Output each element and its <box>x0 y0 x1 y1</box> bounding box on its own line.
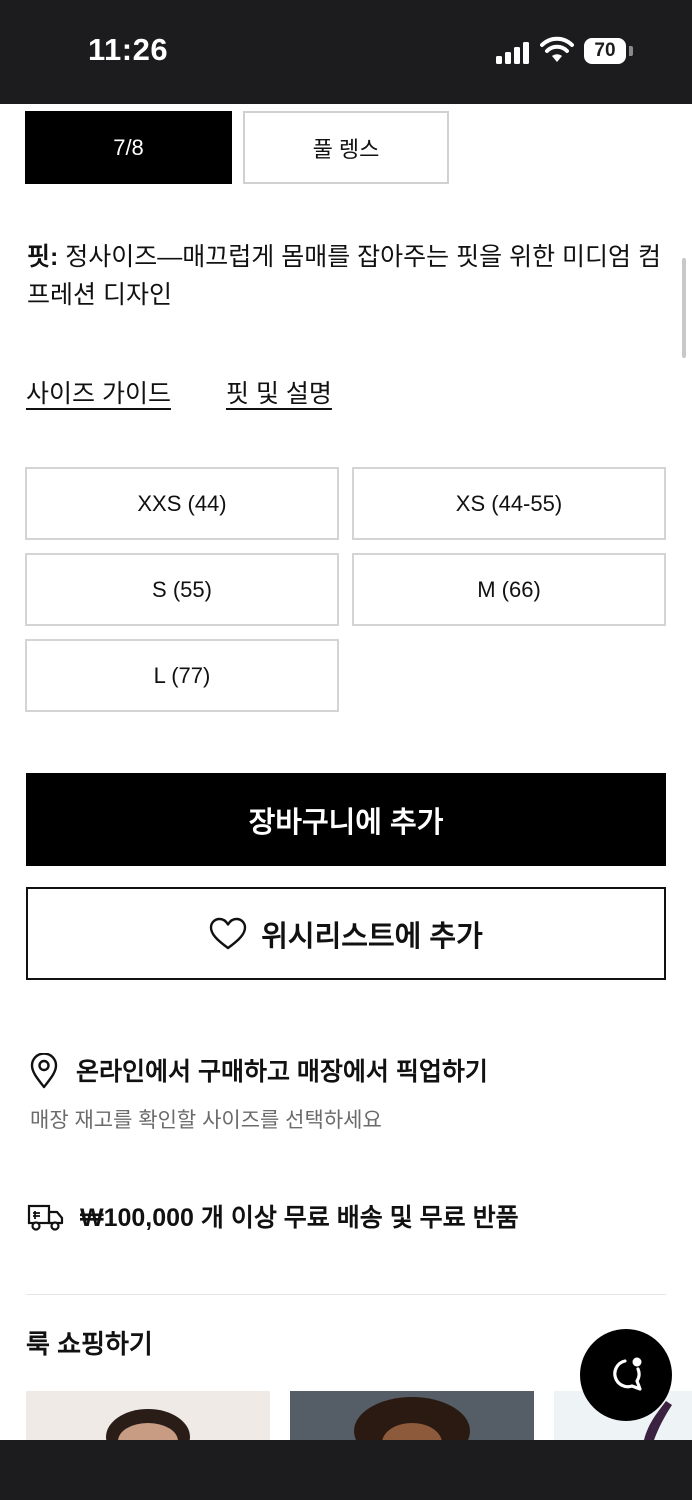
look-product-image[interactable] <box>290 1391 534 1440</box>
section-divider <box>26 1294 666 1295</box>
scrollbar[interactable] <box>682 258 686 358</box>
size-guide-link[interactable]: 사이즈 가이드 <box>26 374 171 410</box>
add-to-cart-label: 장바구니에 추가 <box>248 806 444 839</box>
bottom-bar <box>0 1440 692 1500</box>
add-to-wishlist-button[interactable]: 위시리스트에 추가 <box>26 887 666 980</box>
chat-button[interactable] <box>580 1329 672 1421</box>
fit-text: 정사이즈—매끄럽게 몸매를 잡아주는 핏을 위한 미디엄 컴프레션 디자인 <box>27 243 661 309</box>
pickup-title[interactable]: 온라인에서 구매하고 매장에서 픽업하기 <box>76 1052 488 1088</box>
delivery-truck-icon <box>27 1204 64 1231</box>
wifi-icon <box>540 36 574 62</box>
look-product-image[interactable] <box>26 1391 270 1440</box>
heart-icon <box>210 917 247 949</box>
fit-label: 핏: <box>27 243 59 271</box>
status-time: 11:26 <box>88 32 169 67</box>
length-option-full[interactable]: 풀 렝스 <box>243 111 449 184</box>
size-option-l[interactable]: L (77) <box>25 639 339 712</box>
battery-indicator: 70 <box>584 38 626 64</box>
battery-tip <box>629 46 633 56</box>
fit-description: 핏: 정사이즈—매끄럽게 몸매를 잡아주는 핏을 위한 미디엄 컴프레션 디자인 <box>27 238 677 314</box>
shop-the-look-title: 룩 쇼핑하기 <box>26 1329 153 1359</box>
location-pin-icon <box>30 1053 58 1089</box>
chat-bubble-icon <box>613 1357 642 1391</box>
size-option-xs[interactable]: XS (44-55) <box>352 467 666 540</box>
cellular-signal-icon <box>496 40 532 64</box>
fit-details-link[interactable]: 핏 및 설명 <box>226 374 332 410</box>
size-option-s[interactable]: S (55) <box>25 553 339 626</box>
size-option-m[interactable]: M (66) <box>352 553 666 626</box>
size-option-xxs[interactable]: XXS (44) <box>25 467 339 540</box>
pickup-subtitle: 매장 재고를 확인할 사이즈를 선택하세요 <box>30 1109 382 1132</box>
add-to-cart-button[interactable]: 장바구니에 추가 <box>26 773 666 866</box>
add-to-wishlist-label: 위시리스트에 추가 <box>261 920 483 953</box>
free-shipping-text: ₩100,000 개 이상 무료 배송 및 무료 반품 <box>80 1204 519 1232</box>
length-option-selected[interactable]: 7/8 <box>25 111 232 184</box>
